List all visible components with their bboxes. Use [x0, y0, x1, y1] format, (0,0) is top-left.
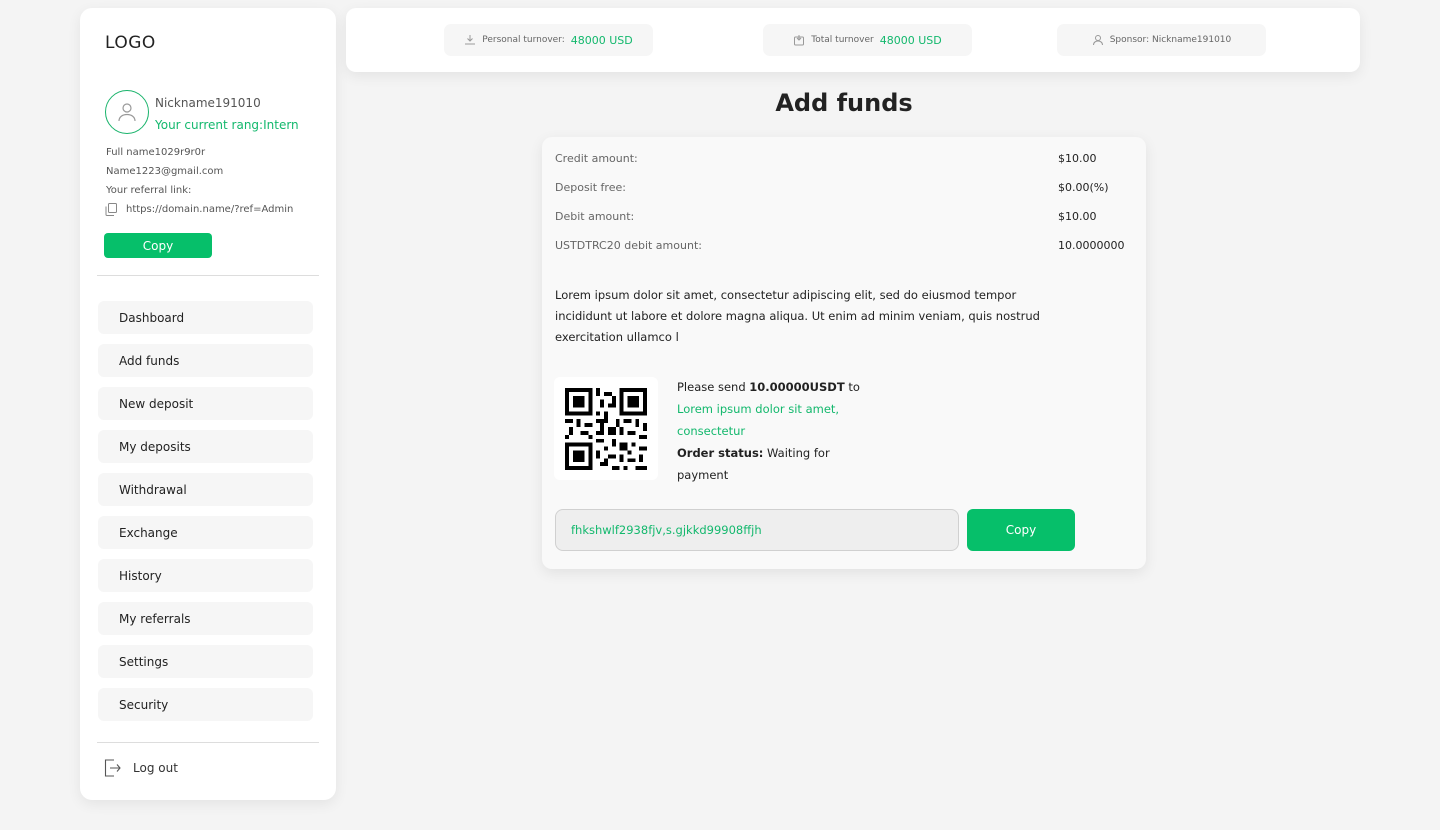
sidebar-item-withdrawal[interactable]: Withdrawal	[98, 473, 313, 506]
send-prefix: Please send	[677, 380, 746, 394]
divider	[97, 742, 319, 743]
turnover-icon	[794, 35, 805, 46]
logout-button[interactable]: Log out	[104, 759, 178, 777]
credit-amount-value: $10.00	[1058, 152, 1097, 165]
avatar	[105, 90, 149, 134]
personal-turnover: Personal turnover: 48000 USD	[444, 24, 653, 56]
sidebar-nav: Dashboard Add funds New deposit My depos…	[98, 301, 313, 731]
summary-row: USTDTRC20 debit amount: 10.0000000	[555, 239, 1125, 252]
referral-label: Your referral link:	[106, 185, 192, 196]
debit-amount-value: $10.00	[1058, 210, 1097, 223]
sidebar: LOGO Nickname191010 Your current rang:In…	[80, 8, 336, 800]
copy-icon[interactable]	[105, 203, 117, 216]
qr-code-icon	[565, 387, 647, 470]
order-status: Order status: Waiting for payment	[677, 442, 877, 486]
logout-label: Log out	[133, 761, 178, 775]
sidebar-item-history[interactable]: History	[98, 559, 313, 592]
sidebar-item-new-deposit[interactable]: New deposit	[98, 387, 313, 420]
summary-row: Deposit free: $0.00(%)	[555, 181, 1125, 194]
send-address[interactable]: Lorem ipsum dolor sit amet, consectetur	[677, 398, 877, 442]
referral-link-row: https://domain.name/?ref=Admin	[105, 203, 293, 216]
sidebar-item-my-deposits[interactable]: My deposits	[98, 430, 313, 463]
referral-link[interactable]: https://domain.name/?ref=Admin	[126, 204, 293, 215]
qr-code	[554, 377, 658, 480]
total-turnover: Total turnover 48000 USD	[763, 24, 972, 56]
credit-amount-label: Credit amount:	[555, 152, 638, 165]
user-icon	[118, 103, 136, 122]
sponsor: Sponsor: Nickname191010	[1057, 24, 1266, 56]
email: Name1223@gmail.com	[106, 166, 224, 177]
send-suffix: to	[848, 380, 860, 394]
personal-turnover-value: 48000 USD	[570, 33, 633, 47]
deposit-fee-label: Deposit free:	[555, 181, 626, 194]
description: Lorem ipsum dolor sit amet, consectetur …	[555, 288, 1040, 344]
debit-amount-label: Debit amount:	[555, 210, 635, 223]
payment-instructions: Please send 10.00000USDT to Lorem ipsum …	[677, 376, 877, 486]
total-turnover-label: Total turnover	[811, 35, 874, 45]
usdt-debit-label: USTDTRC20 debit amount:	[555, 239, 702, 252]
rank-label: Your current rang:Intern	[155, 118, 299, 132]
copy-referral-button[interactable]: Copy	[104, 233, 212, 258]
personal-turnover-label: Personal turnover:	[482, 35, 565, 45]
wallet-address-input[interactable]	[555, 509, 959, 551]
sidebar-item-add-funds[interactable]: Add funds	[98, 344, 313, 377]
topbar: Personal turnover: 48000 USD Total turno…	[346, 8, 1360, 72]
sidebar-item-my-referrals[interactable]: My referrals	[98, 602, 313, 635]
send-amount: 10.00000USDT	[749, 380, 845, 394]
logout-icon	[104, 759, 121, 777]
summary-row: Debit amount: $10.00	[555, 210, 1125, 223]
divider	[97, 275, 319, 276]
page-title: Add funds	[775, 89, 913, 117]
user-icon	[1092, 35, 1103, 46]
sidebar-item-exchange[interactable]: Exchange	[98, 516, 313, 549]
sidebar-item-dashboard[interactable]: Dashboard	[98, 301, 313, 334]
total-turnover-value: 48000 USD	[879, 33, 942, 47]
sponsor-label: Sponsor: Nickname191010	[1109, 35, 1232, 45]
deposit-fee-value: $0.00(%)	[1058, 181, 1109, 194]
send-line: Please send 10.00000USDT to	[677, 376, 877, 398]
copy-address-button[interactable]: Copy	[967, 509, 1075, 551]
sidebar-item-security[interactable]: Security	[98, 688, 313, 721]
nickname: Nickname191010	[155, 96, 261, 110]
sidebar-item-settings[interactable]: Settings	[98, 645, 313, 678]
summary-row: Credit amount: $10.00	[555, 152, 1125, 165]
order-status-label: Order status:	[677, 446, 764, 460]
full-name: Full name1029r9r0r	[106, 147, 206, 158]
add-funds-card: Credit amount: $10.00 Deposit free: $0.0…	[542, 137, 1146, 569]
logo[interactable]: LOGO	[105, 33, 156, 53]
usdt-debit-value: 10.0000000	[1058, 239, 1125, 252]
turnover-icon	[465, 35, 476, 45]
